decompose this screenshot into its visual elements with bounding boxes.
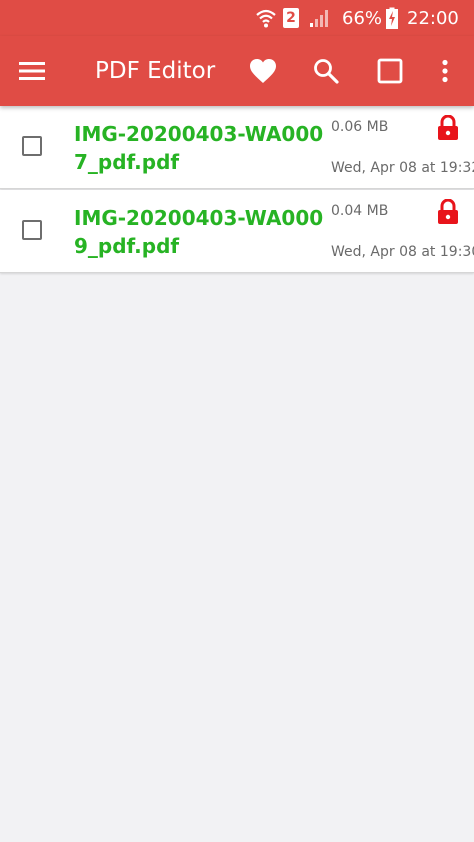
file-name: IMG-20200403-WA0009_pdf.pdf bbox=[74, 206, 324, 258]
file-name: IMG-20200403-WA0007_pdf.pdf bbox=[74, 122, 324, 174]
battery-percent-text: 66% bbox=[342, 7, 383, 29]
file-list: IMG-20200403-WA0007_pdf.pdf 0.06 MB Wed,… bbox=[0, 106, 474, 274]
battery-charging-icon bbox=[386, 0, 398, 36]
file-checkbox[interactable] bbox=[22, 136, 42, 156]
page-title: PDF Editor bbox=[95, 58, 216, 84]
status-bar: 2 66% 22:00 bbox=[0, 0, 474, 36]
app-bar: PDF Editor bbox=[0, 36, 474, 106]
signal-icon bbox=[309, 0, 329, 36]
heart-icon[interactable] bbox=[239, 47, 287, 95]
file-date: Wed, Apr 08 at 19:30 bbox=[331, 244, 474, 260]
menu-icon[interactable] bbox=[8, 47, 56, 95]
wifi-icon bbox=[255, 0, 277, 36]
select-all-icon[interactable] bbox=[366, 47, 414, 95]
more-vert-icon[interactable] bbox=[421, 47, 469, 95]
lock-icon[interactable] bbox=[437, 114, 459, 146]
file-checkbox[interactable] bbox=[22, 220, 42, 240]
lock-icon[interactable] bbox=[437, 198, 459, 230]
file-row[interactable]: IMG-20200403-WA0007_pdf.pdf 0.06 MB Wed,… bbox=[0, 106, 474, 189]
file-row[interactable]: IMG-20200403-WA0009_pdf.pdf 0.04 MB Wed,… bbox=[0, 190, 474, 273]
sim-icon: 2 bbox=[283, 0, 299, 36]
file-size: 0.04 MB bbox=[331, 203, 389, 219]
file-size: 0.06 MB bbox=[331, 119, 389, 135]
clock-text: 22:00 bbox=[407, 7, 459, 29]
file-date: Wed, Apr 08 at 19:32 bbox=[331, 160, 474, 176]
sim-slot-number: 2 bbox=[286, 10, 296, 26]
battery-percent: 66% bbox=[342, 0, 382, 36]
search-icon[interactable] bbox=[302, 47, 350, 95]
clock: 22:00 bbox=[407, 0, 459, 36]
